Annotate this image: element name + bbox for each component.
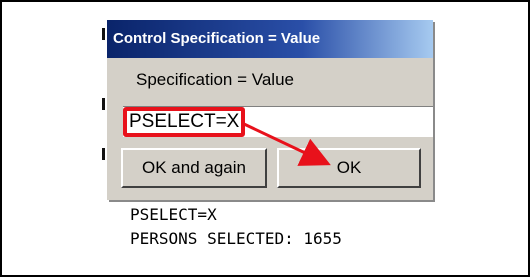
prompt-label: Specification = Value [136, 70, 294, 89]
control-specification-dialog: Control Specification = Value Specificat… [107, 20, 433, 200]
background-window-edge [102, 98, 105, 110]
ok-button[interactable]: OK [277, 148, 421, 188]
console-result-line: PERSONS SELECTED: 1655 [130, 229, 342, 248]
background-window-edge [102, 148, 105, 160]
specification-input[interactable]: PSELECT=X [123, 107, 245, 137]
dialog-title: Control Specification = Value [107, 20, 433, 58]
specification-input-row[interactable]: PSELECT=X [123, 106, 433, 137]
console-command-line: PSELECT=X [130, 205, 217, 224]
screenshot-frame: Control Specification = Value Specificat… [0, 0, 530, 277]
ok-and-again-button[interactable]: OK and again [121, 148, 267, 188]
background-window-edge [102, 28, 105, 40]
